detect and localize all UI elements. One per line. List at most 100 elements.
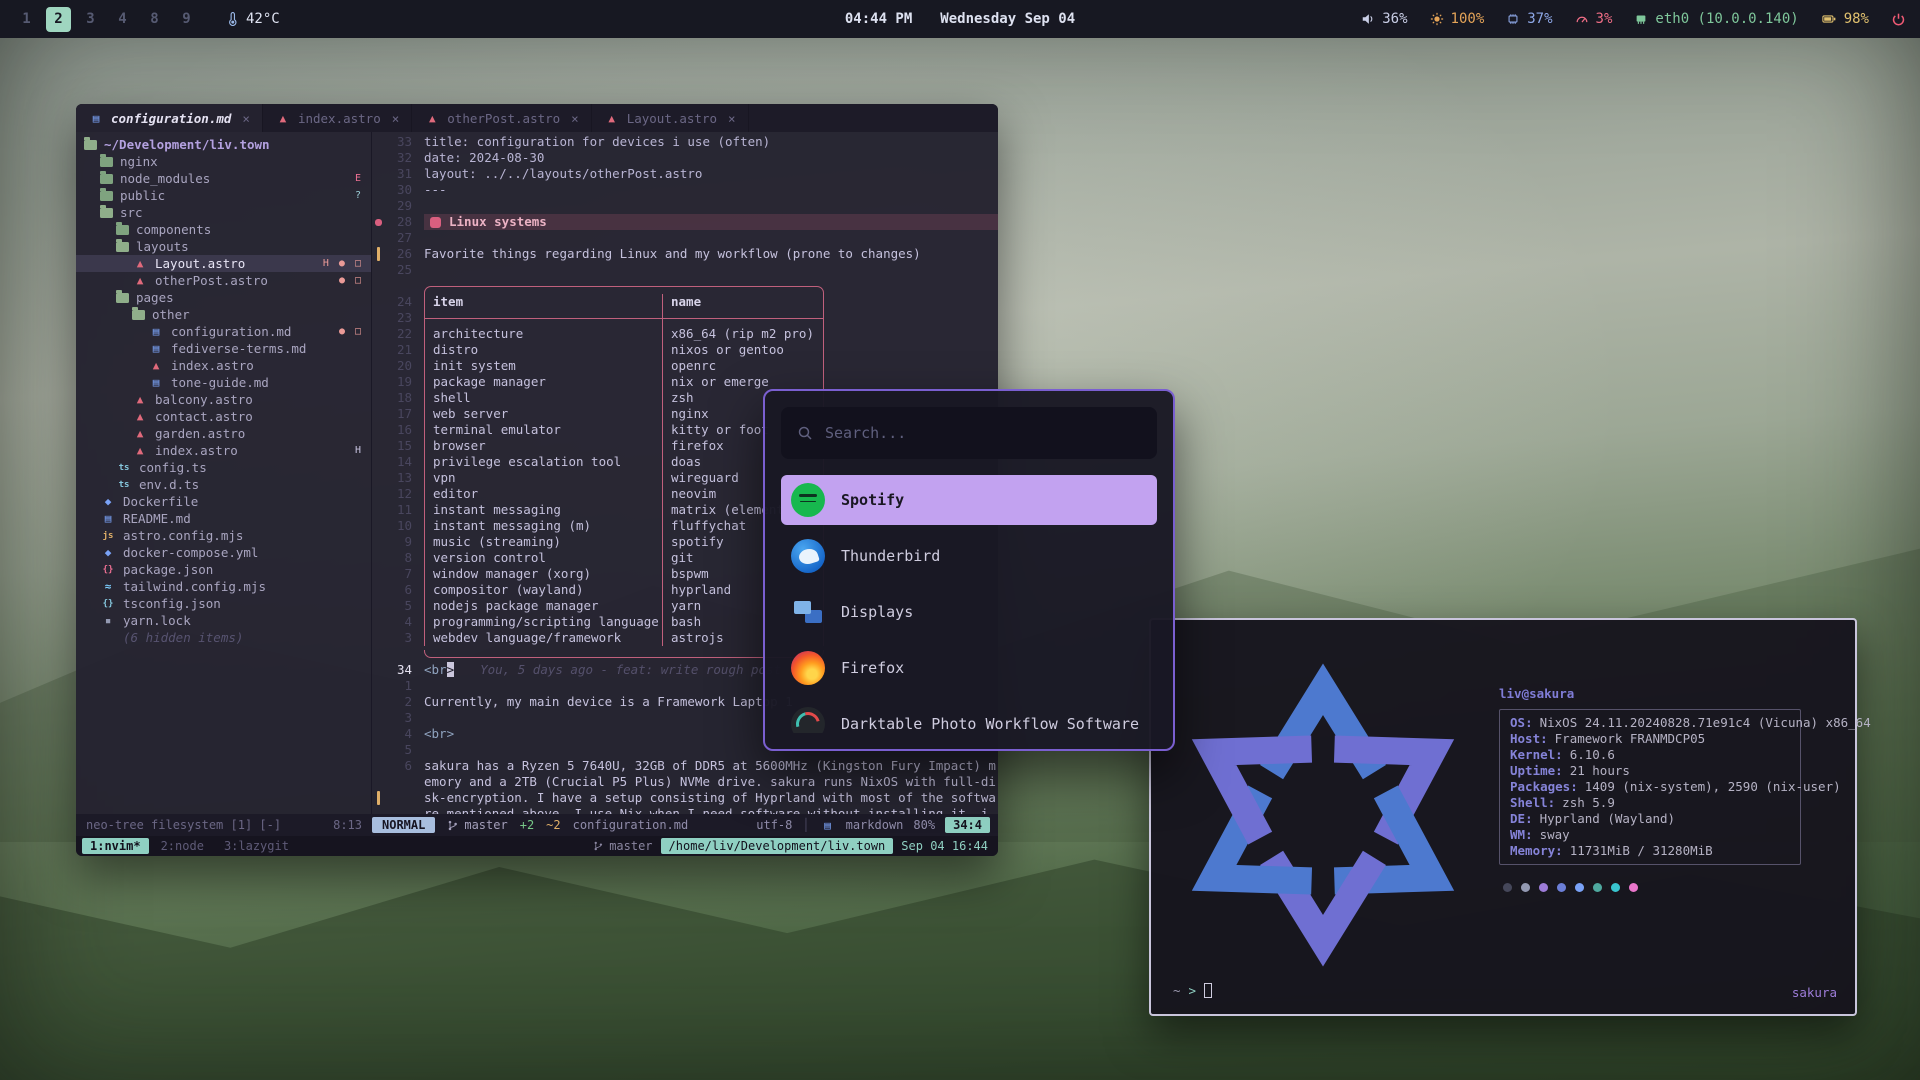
tree-item[interactable]: yarn.lock	[76, 612, 371, 629]
tmux-statusbar: 1:nvim* 2:node 3:lazygit master /home/li…	[76, 836, 998, 856]
editor-tab[interactable]: Layout.astro ×	[592, 104, 749, 132]
table-cell-item: architecture	[424, 326, 662, 342]
tree-item[interactable]: otherPost.astro ● □	[76, 272, 371, 289]
tree-item-label: tsconfig.json	[123, 596, 221, 611]
file-icon	[132, 274, 148, 287]
fetch-field-value: Framework FRANMDCP05	[1555, 731, 1706, 747]
tree-item-label: docker-compose.yml	[123, 545, 258, 560]
tree-item[interactable]: configuration.md ● □	[76, 323, 371, 340]
tree-item[interactable]: Layout.astro H ● □	[76, 255, 371, 272]
tree-item[interactable]: config.ts	[76, 459, 371, 476]
battery-module[interactable]: 98%	[1821, 11, 1869, 27]
launcher-item[interactable]: Spotify	[781, 475, 1157, 525]
workspace-button[interactable]: 9	[174, 7, 199, 32]
tree-item[interactable]: Dockerfile	[76, 493, 371, 510]
tree-item[interactable]: index.astro H	[76, 442, 371, 459]
file-icon	[116, 463, 132, 473]
tree-item[interactable]: (6 hidden items)	[76, 629, 371, 646]
tree-item[interactable]: tsconfig.json	[76, 595, 371, 612]
git-branch: master	[447, 818, 507, 832]
tree-item[interactable]: garden.astro	[76, 425, 371, 442]
tree-item[interactable]: tone-guide.md	[76, 374, 371, 391]
app-launcher: Spotify Thunderbird Displays Firefox Dar…	[763, 389, 1175, 751]
tree-item[interactable]: pages	[76, 289, 371, 306]
palette-dot	[1557, 883, 1566, 892]
launcher-item[interactable]: Displays	[781, 587, 1157, 637]
tree-item[interactable]: contact.astro	[76, 408, 371, 425]
line-number: 6	[384, 582, 412, 598]
tree-item[interactable]: src	[76, 204, 371, 221]
fetch-field: DE Hyprland (Wayland)	[1510, 811, 1790, 827]
tree-item[interactable]: components	[76, 221, 371, 238]
tree-item[interactable]: tailwind.config.mjs	[76, 578, 371, 595]
temperature-module[interactable]: 42°C	[225, 11, 280, 27]
shell-prompt[interactable]: ~ >	[1173, 983, 1212, 998]
tree-item-label: package.json	[123, 562, 213, 577]
tree-item[interactable]: nginx	[76, 153, 371, 170]
file-icon	[116, 480, 132, 490]
table-cell-item: window manager (xorg)	[424, 566, 662, 582]
git-status-badge: H ● □	[323, 258, 371, 269]
line-number: 3	[384, 630, 412, 646]
tree-item-label: nginx	[120, 154, 158, 169]
search-input[interactable]	[825, 424, 1141, 442]
fetch-user-host: liv@sakura	[1499, 686, 1801, 701]
tree-item[interactable]: astro.config.mjs	[76, 527, 371, 544]
clock[interactable]: 04:44 PM Wednesday Sep 04	[845, 11, 1075, 27]
table-cell-name: x86_64 (rip m2 pro)	[662, 326, 824, 342]
tab-close-icon[interactable]: ×	[728, 111, 736, 126]
tree-item[interactable]: layouts	[76, 238, 371, 255]
fastfetch-terminal-window[interactable]: liv@sakura OS NixOS 24.11.20240828.71e91…	[1149, 618, 1857, 1016]
brightness-module[interactable]: 100%	[1430, 11, 1485, 27]
table-cell-item: terminal emulator	[424, 422, 662, 438]
tree-item[interactable]: package.json	[76, 561, 371, 578]
tab-close-icon[interactable]: ×	[242, 111, 250, 126]
tree-item[interactable]: README.md	[76, 510, 371, 527]
workspace-button[interactable]: 1	[14, 7, 39, 32]
tree-item[interactable]: fediverse-terms.md	[76, 340, 371, 357]
workspace-button[interactable]: 2	[46, 7, 71, 32]
tree-item[interactable]: balcony.astro	[76, 391, 371, 408]
workspace-button[interactable]: 4	[110, 7, 135, 32]
fetch-field-label: WM	[1510, 827, 1533, 843]
tree-item[interactable]: index.astro	[76, 357, 371, 374]
workspace-button[interactable]: 8	[142, 7, 167, 32]
file-icon	[100, 531, 116, 541]
fetch-field: Uptime 21 hours	[1510, 763, 1790, 779]
editor-tab[interactable]: otherPost.astro ×	[412, 104, 591, 132]
tree-root[interactable]: ~/Development/liv.town	[76, 136, 371, 153]
tab-close-icon[interactable]: ×	[392, 111, 400, 126]
launcher-item[interactable]: Darktable Photo Workflow Software	[781, 699, 1157, 733]
editor-line: 32date: 2024-08-30	[372, 150, 998, 166]
file-icon	[132, 393, 148, 406]
git-change-sign	[377, 791, 380, 805]
launcher-item[interactable]: Firefox	[781, 643, 1157, 693]
tree-item[interactable]: public ?	[76, 187, 371, 204]
tree-item[interactable]: env.d.ts	[76, 476, 371, 493]
file-icon	[116, 293, 129, 303]
clock-time: 04:44 PM	[845, 11, 912, 27]
table-header-line: 24 itemname	[372, 294, 998, 310]
editor-tab[interactable]: index.astro ×	[263, 104, 412, 132]
launcher-search[interactable]	[781, 407, 1157, 459]
tmux-window[interactable]: 2:node	[153, 838, 212, 854]
search-icon	[797, 425, 813, 441]
cpu-module[interactable]: 3%	[1575, 11, 1613, 27]
workspace-button[interactable]: 3	[78, 7, 103, 32]
editor-tab[interactable]: configuration.md ×	[76, 104, 263, 132]
palette-dot	[1521, 883, 1530, 892]
terminal-palette	[1499, 883, 1801, 892]
power-button[interactable]	[1891, 12, 1906, 27]
tmux-window[interactable]: 1:nvim*	[82, 838, 149, 854]
tree-item[interactable]: docker-compose.yml	[76, 544, 371, 561]
tmux-window[interactable]: 3:lazygit	[216, 838, 297, 854]
tree-item[interactable]: node_modules E	[76, 170, 371, 187]
table-row: 22 architecturex86_64 (rip m2 pro)	[372, 326, 998, 342]
launcher-item[interactable]: Thunderbird	[781, 531, 1157, 581]
tree-item[interactable]: other	[76, 306, 371, 323]
tab-close-icon[interactable]: ×	[571, 111, 579, 126]
volume-module[interactable]: 36%	[1361, 11, 1407, 27]
tree-item-label: otherPost.astro	[155, 273, 268, 288]
network-module[interactable]: eth0 (10.0.0.140)	[1634, 11, 1798, 27]
memory-module[interactable]: 37%	[1506, 11, 1552, 27]
